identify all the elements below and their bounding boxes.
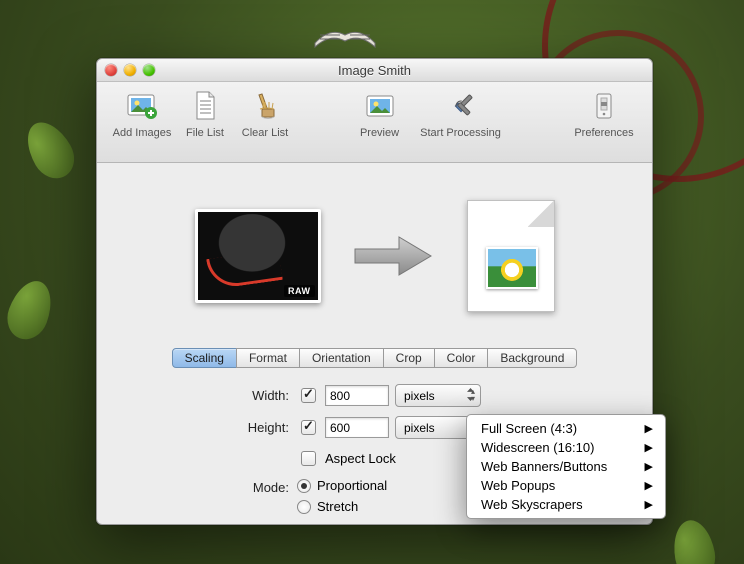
output-thumbnail: [467, 200, 555, 312]
toolbar-label: Preferences: [574, 127, 633, 139]
tab-scaling[interactable]: Scaling: [172, 348, 237, 368]
aspect-lock-checkbox[interactable]: [301, 451, 316, 466]
tab-crop[interactable]: Crop: [383, 348, 435, 368]
submenu-arrow-icon: ▶: [645, 422, 653, 435]
preferences-icon: [586, 88, 622, 124]
preview-button[interactable]: Preview: [353, 88, 407, 139]
mode-stretch-radio[interactable]: [297, 500, 311, 514]
book-decoration: [310, 5, 380, 53]
mode-label: Mode:: [253, 480, 289, 495]
add-images-button[interactable]: Add Images: [109, 88, 175, 139]
start-processing-button[interactable]: Start Processing: [411, 88, 511, 139]
menu-item-web-popups[interactable]: Web Popups▶: [467, 476, 665, 495]
width-label: Width:: [252, 388, 289, 403]
raw-badge: RAW: [284, 285, 315, 297]
toolbar-label: File List: [186, 127, 224, 139]
source-thumbnail: RAW: [195, 209, 321, 303]
preview-icon: [362, 88, 398, 124]
menu-item-web-banners[interactable]: Web Banners/Buttons▶: [467, 457, 665, 476]
height-label: Height:: [248, 420, 289, 435]
clear-list-icon: [247, 88, 283, 124]
toolbar-label: Preview: [360, 127, 399, 139]
height-input[interactable]: [325, 417, 389, 438]
window-title: Image Smith: [97, 63, 652, 78]
tabset: Scaling Format Orientation Crop Color Ba…: [97, 348, 652, 368]
height-enable-checkbox[interactable]: [301, 420, 316, 435]
toolbar-label: Add Images: [113, 127, 172, 139]
submenu-arrow-icon: ▶: [645, 479, 653, 492]
start-processing-icon: [443, 88, 479, 124]
mode-proportional-label: Proportional: [317, 478, 387, 493]
file-list-button[interactable]: File List: [179, 88, 231, 139]
titlebar[interactable]: Image Smith: [97, 59, 652, 82]
submenu-arrow-icon: ▶: [645, 441, 653, 454]
mode-stretch-label: Stretch: [317, 499, 358, 514]
tab-orientation[interactable]: Orientation: [299, 348, 384, 368]
menu-item-web-skyscrapers[interactable]: Web Skyscrapers▶: [467, 495, 665, 514]
toolbar-label: Clear List: [242, 127, 288, 139]
toolbar-label: Start Processing: [420, 127, 501, 139]
tab-background[interactable]: Background: [487, 348, 577, 368]
preferences-button[interactable]: Preferences: [568, 88, 640, 139]
width-unit-select[interactable]: pixels▴▾: [395, 384, 481, 407]
menu-item-widescreen[interactable]: Widescreen (16:10)▶: [467, 438, 665, 457]
tab-format[interactable]: Format: [236, 348, 300, 368]
preset-menu: Full Screen (4:3)▶ Widescreen (16:10)▶ W…: [466, 414, 666, 519]
submenu-arrow-icon: ▶: [645, 498, 653, 511]
mode-proportional-radio[interactable]: [297, 479, 311, 493]
menu-item-fullscreen[interactable]: Full Screen (4:3)▶: [467, 419, 665, 438]
arrow-icon: [351, 233, 437, 279]
toolbar: Add Images File List Clear List Preview: [97, 82, 652, 163]
add-images-icon: [124, 88, 160, 124]
clear-list-button[interactable]: Clear List: [235, 88, 295, 139]
width-input[interactable]: [325, 385, 389, 406]
width-enable-checkbox[interactable]: [301, 388, 316, 403]
tab-color[interactable]: Color: [434, 348, 489, 368]
submenu-arrow-icon: ▶: [645, 460, 653, 473]
aspect-lock-label: Aspect Lock: [325, 451, 396, 466]
file-list-icon: [187, 88, 223, 124]
